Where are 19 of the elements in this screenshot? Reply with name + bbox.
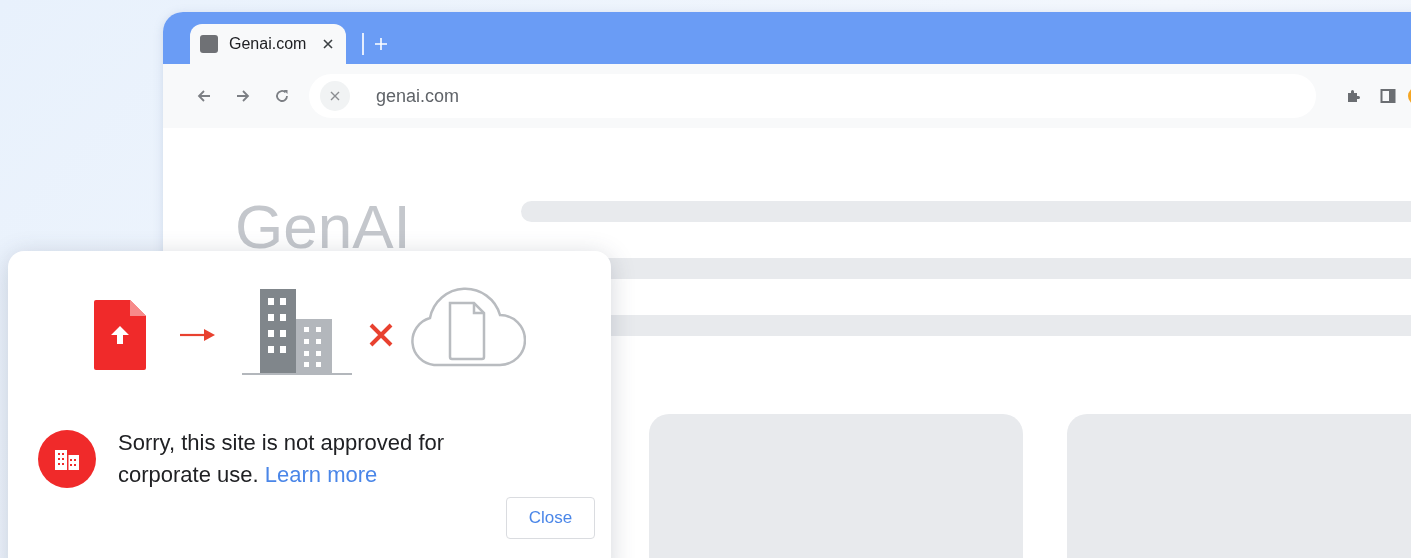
new-tab-icon[interactable] — [373, 37, 388, 51]
learn-more-link[interactable]: Learn more — [264, 462, 378, 487]
browser-tab[interactable]: Genai.com — [190, 24, 346, 64]
file-upload-icon — [93, 300, 146, 370]
address-bar[interactable]: genai.com — [309, 74, 1316, 118]
arrow-icon — [179, 328, 216, 342]
close-button[interactable]: Close — [506, 497, 595, 539]
cross-icon — [367, 322, 394, 348]
warning-message: Sorry, this site is not approved for corporate use. Learn more — [118, 429, 446, 489]
puzzle-icon[interactable] — [1345, 87, 1363, 105]
tab-title: Genai.com — [229, 35, 308, 53]
office-building-icon — [241, 289, 352, 375]
reload-icon[interactable] — [273, 87, 291, 105]
url-text: genai.com — [376, 85, 460, 107]
enterprise-icon — [38, 430, 96, 488]
close-icon[interactable] — [322, 38, 334, 50]
site-logo: GenAI — [235, 192, 411, 262]
favicon-icon — [200, 35, 218, 53]
side-panel-icon[interactable] — [1380, 88, 1396, 104]
